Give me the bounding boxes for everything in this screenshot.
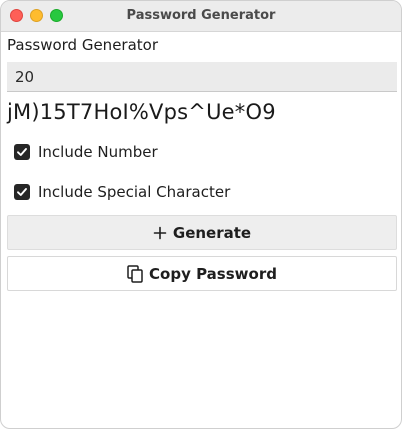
include-number-checkbox[interactable] [14, 144, 30, 160]
title-bar: Password Generator [1, 1, 401, 32]
length-input[interactable] [7, 62, 397, 92]
copy-password-button-label: Copy Password [149, 264, 277, 283]
plus-icon [153, 226, 167, 240]
checkmark-icon [17, 188, 27, 196]
include-special-option[interactable]: Include Special Character [14, 183, 230, 201]
checkmark-icon [17, 148, 27, 156]
app-label: Password Generator [7, 36, 159, 54]
generate-button[interactable]: Generate [7, 215, 397, 250]
include-number-label: Include Number [38, 143, 158, 161]
copy-icon [127, 264, 143, 283]
include-number-option[interactable]: Include Number [14, 143, 158, 161]
window-title: Password Generator [126, 8, 276, 23]
generated-password: jM)15T7HoI%Vps^Ue*O9 [7, 100, 276, 124]
generate-button-label: Generate [172, 223, 252, 242]
app-window: Password Generator Password Generator jM… [0, 0, 402, 429]
copy-password-button[interactable]: Copy Password [7, 256, 397, 291]
include-special-checkbox[interactable] [14, 184, 30, 200]
include-special-label: Include Special Character [38, 183, 231, 201]
